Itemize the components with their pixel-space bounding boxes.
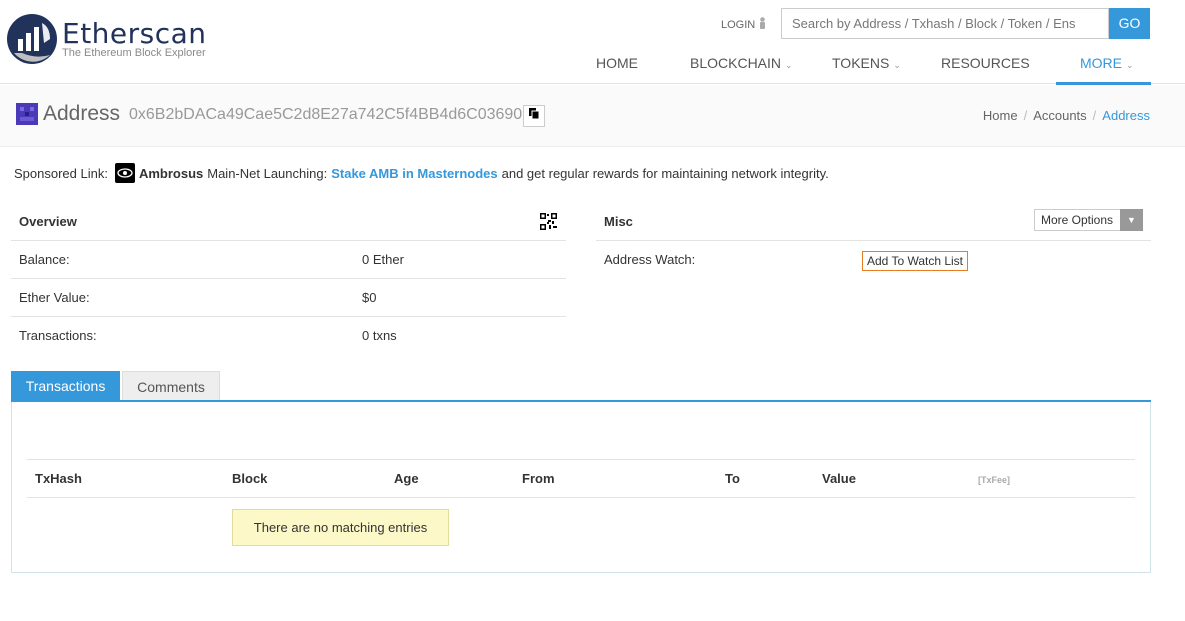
- nav-resources[interactable]: RESOURCES: [941, 55, 1030, 71]
- sponsor-text-1: Main-Net Launching:: [207, 165, 328, 181]
- breadcrumb-separator: /: [1023, 108, 1028, 123]
- chevron-down-icon: ⌄: [893, 60, 901, 70]
- nav-tokens-label: TOKENS: [832, 55, 890, 71]
- copy-icon: [529, 108, 540, 122]
- page-title: Address: [43, 102, 121, 125]
- sponsor-link[interactable]: Stake AMB in Masternodes: [331, 166, 497, 181]
- login-link[interactable]: LOGIN: [721, 17, 767, 32]
- nav-more-label: MORE: [1080, 55, 1122, 71]
- breadcrumb: Home / Accounts / Address: [983, 108, 1150, 123]
- nav-blockchain[interactable]: BLOCKCHAIN ⌄: [690, 55, 793, 71]
- sponsored-prefix: Sponsored Link:: [14, 165, 108, 181]
- breadcrumb-home[interactable]: Home: [983, 108, 1018, 123]
- qr-code-icon[interactable]: [540, 213, 557, 230]
- ambrosus-eye-icon: [114, 163, 135, 183]
- search-input[interactable]: Search by Address / Txhash / Block / Tok…: [781, 8, 1109, 39]
- table-header-border: [27, 497, 1135, 498]
- nav-tokens[interactable]: TOKENS ⌄: [832, 55, 901, 71]
- chevron-down-icon: ⌄: [1126, 60, 1134, 70]
- ether-value-label: Ether Value:: [19, 290, 90, 305]
- transactions-label: Transactions:: [19, 328, 97, 343]
- address-watch-label: Address Watch:: [604, 252, 696, 267]
- chevron-down-icon: ▼: [1120, 209, 1143, 231]
- column-header-txfee[interactable]: [TxFee]: [978, 475, 1010, 485]
- misc-title: Misc: [604, 214, 633, 229]
- balance-value: 0 Ether: [362, 252, 404, 267]
- divider: [11, 316, 566, 317]
- balance-label: Balance:: [19, 252, 70, 267]
- overview-title: Overview: [19, 214, 77, 229]
- empty-table-message: There are no matching entries: [232, 509, 449, 546]
- site-header: Etherscan The Ethereum Block Explorer LO…: [0, 0, 1185, 85]
- breadcrumb-separator: /: [1092, 108, 1097, 123]
- etherscan-logo-icon: [6, 13, 58, 65]
- nav-blockchain-label: BLOCKCHAIN: [690, 55, 782, 71]
- chevron-down-icon: ⌄: [785, 60, 793, 70]
- nav-more[interactable]: MORE ⌄: [1080, 55, 1134, 71]
- column-header-age: Age: [394, 471, 419, 486]
- more-options-dropdown[interactable]: More Options ▼: [1034, 209, 1143, 231]
- more-options-label: More Options: [1041, 213, 1114, 227]
- sponsor-brand: Ambrosus: [138, 165, 204, 181]
- etherscan-logo[interactable]: Etherscan The Ethereum Block Explorer: [6, 13, 207, 65]
- transactions-panel: [11, 402, 1151, 573]
- tab-comments[interactable]: Comments: [122, 371, 220, 402]
- page-title-bar: Address 0x6B2bDACa49Cae5C2d8E27a742C5f4B…: [0, 85, 1185, 147]
- table-top-border: [27, 459, 1135, 460]
- transactions-value: 0 txns: [362, 328, 397, 343]
- breadcrumb-accounts[interactable]: Accounts: [1033, 108, 1086, 123]
- column-header-from: From: [522, 471, 555, 486]
- column-header-value: Value: [822, 471, 856, 486]
- column-header-to: To: [725, 471, 740, 486]
- address-identicon: [16, 103, 38, 125]
- search-go-button[interactable]: GO: [1109, 8, 1150, 39]
- breadcrumb-address: Address: [1102, 108, 1150, 123]
- nav-resources-label: RESOURCES: [941, 55, 1030, 71]
- address-hash: 0x6B2bDACa49Cae5C2d8E27a742C5f4BB4d6C036…: [129, 106, 523, 123]
- column-header-block: Block: [232, 471, 268, 486]
- logo-title: Etherscan: [62, 17, 207, 50]
- divider: [11, 278, 566, 279]
- login-label: LOGIN: [721, 18, 756, 31]
- tab-transactions[interactable]: Transactions: [11, 371, 120, 402]
- sponsor-text-2: and get regular rewards for maintaining …: [501, 165, 829, 181]
- divider: [11, 240, 566, 241]
- logo-subtitle: The Ethereum Block Explorer: [62, 47, 206, 59]
- nav-home-label: HOME: [596, 55, 638, 71]
- nav-home[interactable]: HOME: [596, 55, 638, 71]
- user-icon: [758, 17, 767, 32]
- sponsored-link: Sponsored Link: Ambrosus Main-Net Launch…: [14, 163, 829, 183]
- column-header-txhash: TxHash: [35, 471, 82, 486]
- add-to-watch-list-button[interactable]: Add To Watch List: [862, 251, 968, 271]
- divider: [596, 240, 1151, 241]
- copy-address-button[interactable]: [523, 105, 545, 127]
- ether-value-value: $0: [362, 290, 377, 305]
